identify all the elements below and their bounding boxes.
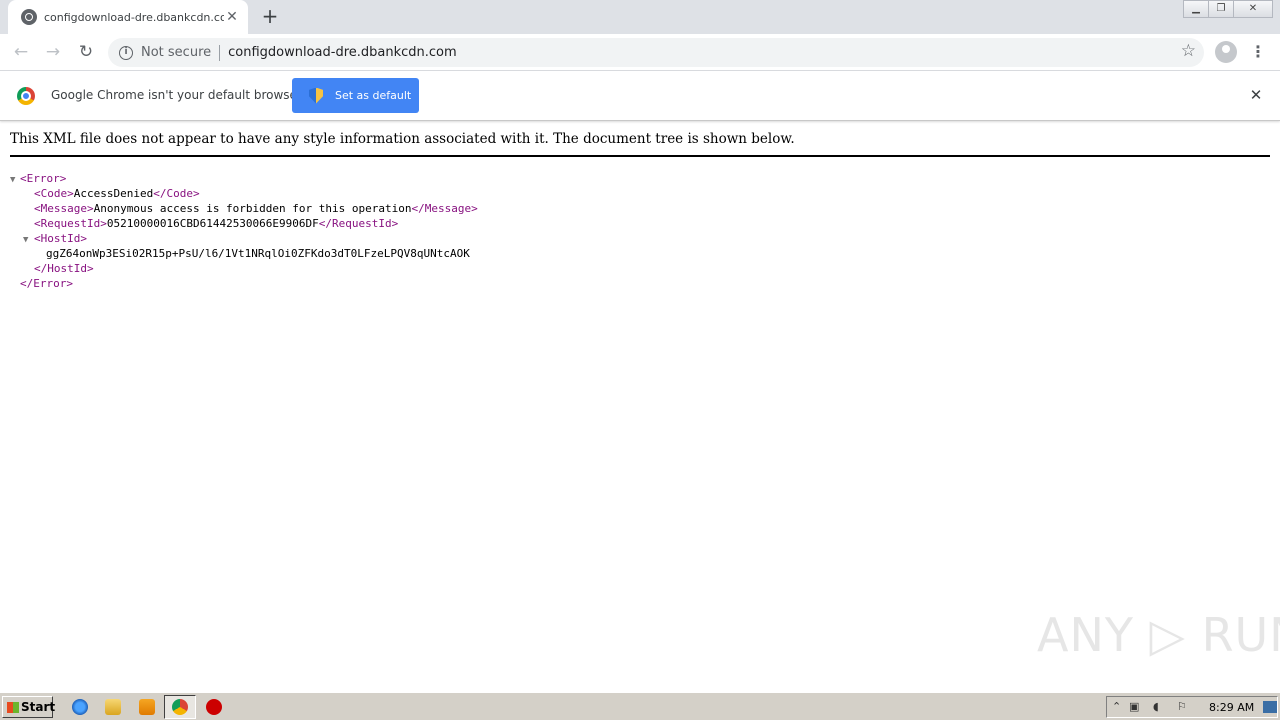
- info-icon[interactable]: i: [119, 45, 133, 60]
- close-tab-icon[interactable]: ✕: [224, 9, 240, 25]
- back-button[interactable]: ←: [9, 40, 33, 64]
- error-open-tag: <Error>: [20, 172, 67, 185]
- show-desktop-icon[interactable]: [1263, 701, 1277, 713]
- code-line: <Code>AccessDenied</Code>: [34, 186, 200, 201]
- collapse-error-toggle[interactable]: ▼: [10, 173, 15, 188]
- omnibox-separator: [219, 44, 221, 61]
- system-tray: ⌃ ▣ ◖ ⚐ 8:29 AM: [1106, 696, 1278, 718]
- action-center-flag-icon[interactable]: ⚐: [1177, 700, 1187, 713]
- volume-icon[interactable]: ◖: [1153, 700, 1159, 713]
- network-icon[interactable]: ▣: [1129, 700, 1139, 713]
- anyrun-watermark: ANY ▷ RUN: [1037, 608, 1280, 662]
- uac-shield-icon: [309, 87, 323, 104]
- code-close-tag: </Code>: [153, 187, 200, 200]
- security-label[interactable]: Not secure: [141, 45, 211, 60]
- bookmark-star-icon[interactable]: ☆: [1181, 41, 1196, 61]
- minimize-button[interactable]: ▁: [1183, 0, 1209, 18]
- infobar-message: Google Chrome isn't your default browser: [51, 88, 302, 102]
- error-close-line: </Error>: [20, 276, 73, 291]
- message-open-tag: <Message>: [34, 202, 94, 215]
- requestid-close-tag: </RequestId>: [318, 217, 399, 230]
- message-line: <Message>Anonymous access is forbidden f…: [34, 201, 478, 216]
- tab-strip: configdownload-dre.dbankcdn.com ✕ + ▁ ❐ …: [0, 0, 1280, 34]
- windows-flag-icon: [7, 702, 19, 713]
- tab-title: configdownload-dre.dbankcdn.com: [44, 10, 224, 24]
- profile-avatar-icon[interactable]: [1215, 41, 1237, 63]
- xml-divider: [10, 155, 1270, 157]
- close-window-button[interactable]: ✕: [1233, 0, 1273, 18]
- set-as-default-button[interactable]: Set as default: [292, 78, 419, 113]
- start-label: Start: [21, 700, 56, 714]
- message-value: Anonymous access is forbidden for this o…: [93, 202, 412, 215]
- default-browser-infobar: Google Chrome isn't your default browser…: [0, 71, 1280, 121]
- chrome-taskbar-button[interactable]: [164, 695, 196, 719]
- chrome-logo-icon: [17, 87, 35, 105]
- browser-tab[interactable]: configdownload-dre.dbankcdn.com ✕: [8, 0, 248, 34]
- set-as-default-label: Set as default: [335, 89, 412, 102]
- requestid-value: 05210000016CBD61442530066E9906DF: [106, 217, 319, 230]
- browser-toolbar: ← → ↻ i Not secure configdownload-dre.db…: [0, 34, 1280, 71]
- media-player-icon[interactable]: [139, 699, 155, 715]
- hostid-open-line: <HostId>: [34, 231, 87, 246]
- code-open-tag: <Code>: [34, 187, 74, 200]
- clock[interactable]: 8:29 AM: [1209, 701, 1254, 714]
- show-hidden-icons-icon[interactable]: ⌃: [1112, 700, 1121, 713]
- stop-icon[interactable]: [206, 699, 222, 715]
- hostid-close-line: </HostId>: [34, 261, 94, 276]
- maximize-button[interactable]: ❐: [1208, 0, 1234, 18]
- xml-style-notice: This XML file does not appear to have an…: [10, 131, 795, 147]
- requestid-line: <RequestId>05210000016CBD61442530066E990…: [34, 216, 398, 231]
- hostid-value: ggZ64onWp3ESi02R15p+PsU/l6/1Vt1NRqlOi0ZF…: [46, 247, 470, 260]
- ie-icon[interactable]: [72, 699, 88, 715]
- error-open-line: <Error>: [20, 171, 66, 186]
- hostid-open-tag: <HostId>: [34, 232, 87, 245]
- url-text[interactable]: configdownload-dre.dbankcdn.com: [228, 45, 457, 60]
- infobar-close-icon[interactable]: ✕: [1248, 87, 1264, 103]
- globe-icon: [21, 9, 37, 25]
- folder-icon[interactable]: [105, 699, 121, 715]
- new-tab-button[interactable]: +: [259, 5, 281, 27]
- forward-button[interactable]: →: [41, 40, 65, 64]
- taskbar: Start ⌃ ▣ ◖ ⚐ 8:29 AM: [0, 692, 1280, 720]
- reload-button[interactable]: ↻: [74, 40, 98, 64]
- start-button[interactable]: Start: [2, 696, 56, 718]
- chrome-menu-button[interactable]: ⋮: [1250, 40, 1266, 64]
- error-close-tag: </Error>: [20, 277, 73, 290]
- chrome-icon: [172, 699, 188, 715]
- hostid-close-tag: </HostId>: [34, 262, 94, 275]
- requestid-open-tag: <RequestId>: [34, 217, 107, 230]
- code-value: AccessDenied: [73, 187, 154, 200]
- address-bar[interactable]: i Not secure configdownload-dre.dbankcdn…: [108, 38, 1204, 67]
- message-close-tag: </Message>: [411, 202, 478, 215]
- collapse-hostid-toggle[interactable]: ▼: [23, 233, 28, 248]
